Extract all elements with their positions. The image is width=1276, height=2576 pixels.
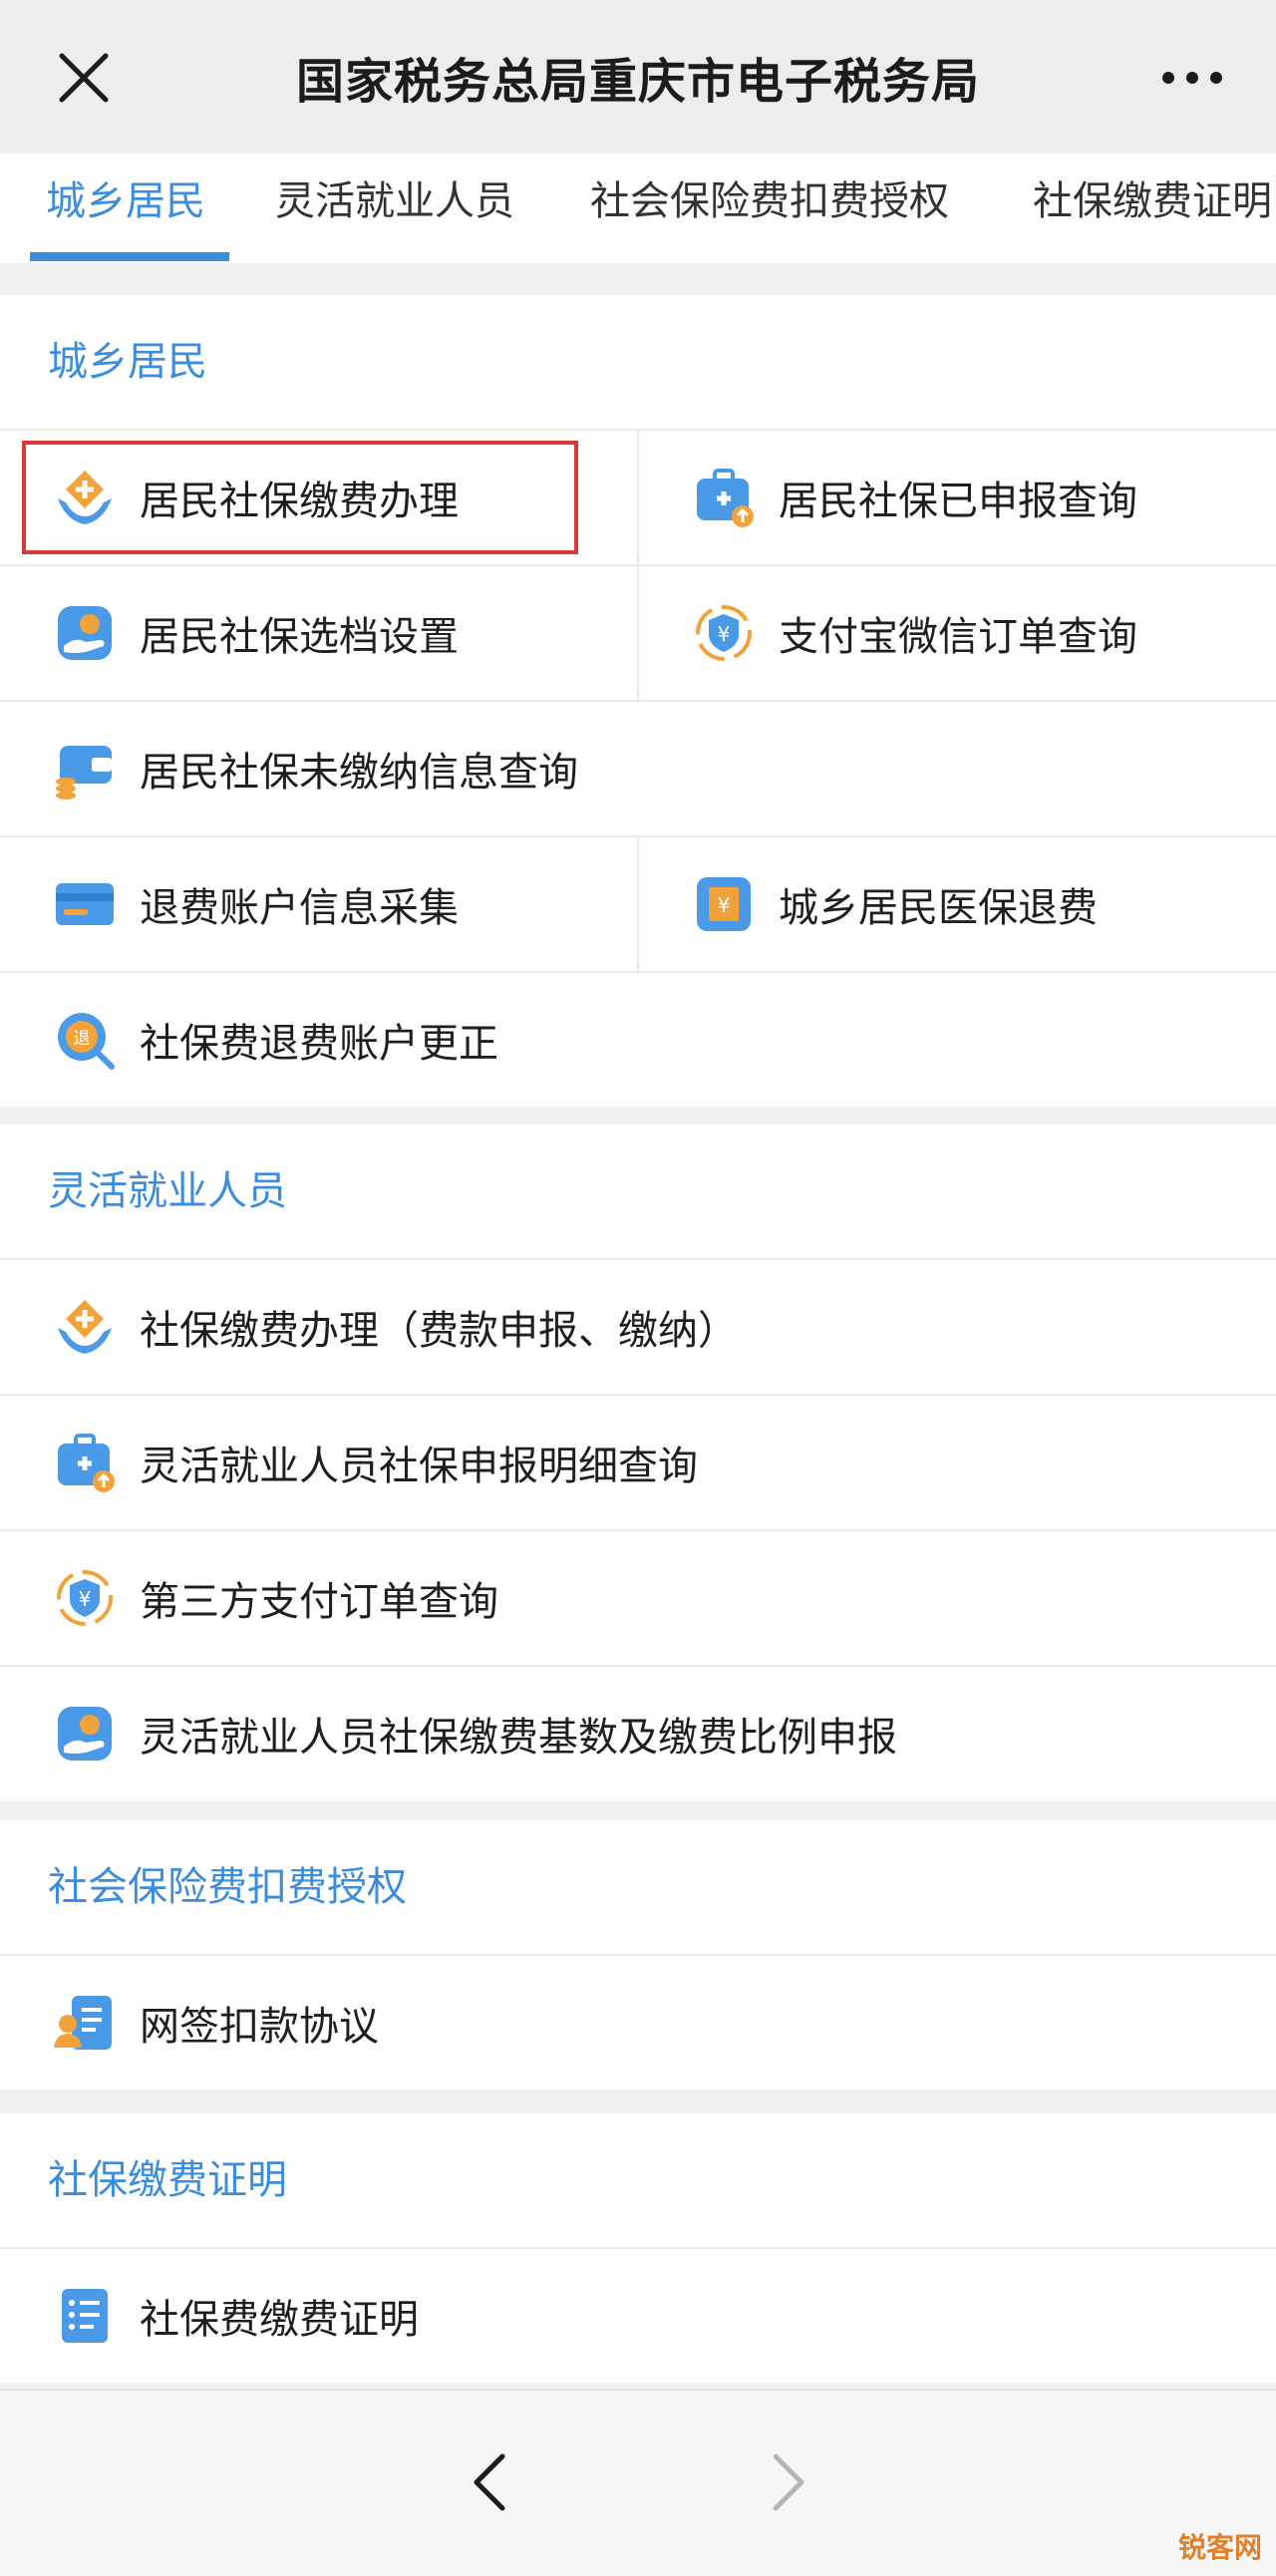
- item-label: 城乡居民医保退费: [779, 885, 1098, 931]
- chevron-left-icon[interactable]: [467, 2450, 510, 2514]
- more-icon[interactable]: [1160, 60, 1224, 96]
- item-flexible-base-ratio-declaration[interactable]: 灵活就业人员社保缴费基数及缴费比例申报: [0, 1667, 1276, 1800]
- item-label: 支付宝微信订单查询: [779, 614, 1137, 660]
- diamond-hands-icon: [58, 1300, 112, 1354]
- document-list-icon: [62, 2289, 108, 2343]
- tab-payment-certificate[interactable]: 社保缴费证明: [1033, 154, 1272, 263]
- watermark-text: 锐客网: [1177, 2531, 1262, 2564]
- tab-rural-residents[interactable]: 城乡居民: [46, 154, 205, 263]
- section-title: 灵活就业人员: [48, 1168, 287, 1214]
- section-flexible-employment: 灵活就业人员 社保缴费办理（费款申报、缴纳） 灵活就业人员社保申报明细查询 ¥ …: [0, 1125, 1276, 1800]
- title-bar: 国家税务总局重庆市电子税务局: [0, 0, 1276, 154]
- section-title: 社保缴费证明: [48, 2157, 287, 2203]
- section-rural-residents: 城乡居民 居民社保缴费办理 居民社保已申报查询 居民社保选档设置 ¥ 支付宝微信…: [0, 295, 1276, 1107]
- contract-user-icon: [54, 1996, 112, 2050]
- item-payment-certificate[interactable]: 社保费缴费证明: [0, 2249, 1276, 2383]
- atm-yuan-icon: ¥: [697, 877, 751, 931]
- section-payment-certificate: 社保缴费证明 社保费缴费证明: [0, 2113, 1276, 2383]
- item-resident-unpaid-query[interactable]: 居民社保未缴纳信息查询: [0, 702, 1276, 835]
- chevron-right-icon[interactable]: [768, 2450, 811, 2514]
- item-refund-account-correction[interactable]: 退 社保费退费账户更正: [0, 973, 1276, 1107]
- item-label: 网签扣款协议: [140, 2004, 379, 2050]
- medkit-icon: [697, 469, 754, 527]
- bottom-nav-bar: [0, 2389, 1276, 2576]
- section-title: 社会保险费扣费授权: [48, 1864, 407, 1910]
- item-social-security-payment[interactable]: 社保缴费办理（费款申报、缴纳）: [0, 1260, 1276, 1394]
- tab-bar: 城乡居民 灵活就业人员 社会保险费扣费授权 社保缴费证明: [0, 154, 1276, 263]
- item-resident-declared-query[interactable]: 居民社保已申报查询: [637, 431, 1276, 564]
- item-label: 社保费缴费证明: [140, 2297, 419, 2343]
- shield-yuan-icon: ¥: [696, 605, 752, 661]
- item-alipay-wechat-order-query[interactable]: ¥ 支付宝微信订单查询: [637, 566, 1276, 700]
- svg-text:退: 退: [74, 1029, 91, 1049]
- section-insurance-authorization: 社会保险费扣费授权 网签扣款协议: [0, 1820, 1276, 2090]
- item-resident-payment[interactable]: 居民社保缴费办理: [0, 431, 637, 564]
- item-rural-medical-refund[interactable]: ¥ 城乡居民医保退费: [637, 837, 1276, 971]
- item-label: 居民社保已申报查询: [779, 479, 1137, 524]
- close-icon[interactable]: [56, 50, 112, 106]
- item-label: 第三方支付订单查询: [140, 1579, 498, 1625]
- diamond-hands-icon: [58, 471, 112, 524]
- item-resident-tier-setting[interactable]: 居民社保选档设置: [0, 566, 637, 700]
- item-refund-account-collection[interactable]: 退费账户信息采集: [0, 837, 637, 971]
- hand-coin-icon: [58, 1707, 112, 1761]
- wallet-icon: [56, 746, 112, 800]
- card-icon: [56, 883, 114, 925]
- page-title: 国家税务总局重庆市电子税务局: [295, 54, 980, 110]
- svg-text:¥: ¥: [79, 1587, 92, 1611]
- item-label: 居民社保未缴纳信息查询: [140, 750, 578, 796]
- tab-insurance-authorization[interactable]: 社会保险费扣费授权: [590, 154, 949, 263]
- item-label: 社保费退费账户更正: [140, 1021, 498, 1067]
- item-label: 灵活就业人员社保申报明细查询: [140, 1444, 698, 1489]
- active-tab-indicator: [30, 252, 229, 261]
- tab-flexible-employment[interactable]: 灵活就业人员: [275, 154, 514, 263]
- section-title: 城乡居民: [48, 339, 207, 385]
- item-label: 退费账户信息采集: [140, 885, 459, 931]
- svg-text:¥: ¥: [718, 622, 731, 646]
- item-label: 社保缴费办理（费款申报、缴纳）: [140, 1308, 738, 1354]
- item-online-deduction-agreement[interactable]: 网签扣款协议: [0, 1956, 1276, 2090]
- item-label: 居民社保缴费办理: [140, 479, 459, 524]
- shield-yuan-icon: ¥: [57, 1570, 113, 1626]
- item-label: 居民社保选档设置: [140, 614, 459, 660]
- item-label: 灵活就业人员社保缴费基数及缴费比例申报: [140, 1715, 897, 1761]
- item-third-party-order-query[interactable]: ¥ 第三方支付订单查询: [0, 1531, 1276, 1665]
- search-refund-icon: 退: [58, 1013, 115, 1070]
- medkit-icon: [58, 1434, 115, 1492]
- svg-text:¥: ¥: [718, 893, 731, 917]
- item-flexible-declaration-detail-query[interactable]: 灵活就业人员社保申报明细查询: [0, 1396, 1276, 1529]
- hand-coin-icon: [58, 606, 112, 660]
